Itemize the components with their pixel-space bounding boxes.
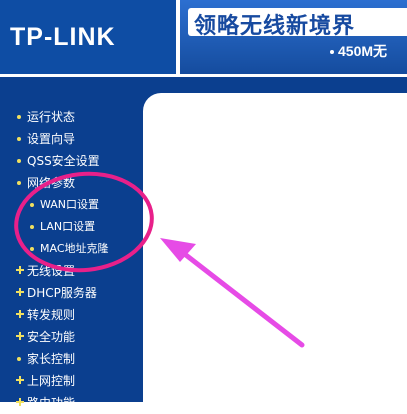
- sidebar-item-dhcp[interactable]: DHCP服务器: [0, 282, 143, 304]
- sidebar-item-label: WAN口设置: [40, 198, 100, 211]
- sidebar-item-wireless[interactable]: 无线设置: [0, 260, 143, 282]
- banner-subslogan-text: 450M无: [338, 43, 388, 59]
- plus-icon: [16, 310, 24, 318]
- plus-icon: [16, 266, 24, 274]
- sidebar-item-label: 转发规则: [27, 308, 76, 322]
- bullet-icon: [30, 203, 34, 207]
- sidebar-subitem-mac-clone[interactable]: MAC地址克隆: [0, 238, 143, 260]
- plus-icon: [16, 332, 24, 340]
- sidebar-subitem-wan[interactable]: WAN口设置: [0, 194, 143, 216]
- sidebar-item-label: LAN口设置: [40, 220, 96, 233]
- sidebar-item-label: 无线设置: [27, 264, 76, 278]
- sidebar-menu: 运行状态 设置向导 QSS安全设置 网络参数 WAN口设置 LAN口设置 MAC…: [0, 106, 143, 414]
- sidebar-item-label: DHCP服务器: [27, 286, 97, 300]
- sidebar-item-label: 上网控制: [27, 374, 76, 388]
- sidebar-item-label: 运行状态: [27, 110, 76, 124]
- bullet-icon: [30, 225, 34, 229]
- sidebar-item-label: QSS安全设置: [27, 154, 100, 168]
- bullet-icon: [17, 115, 21, 119]
- plus-icon: [16, 376, 24, 384]
- bullet-icon: [17, 137, 21, 141]
- header: TP-LINK 领略无线新境界 450M无: [0, 0, 407, 74]
- content-panel: [143, 93, 407, 402]
- sidebar-item-parental-control[interactable]: 家长控制: [0, 348, 143, 370]
- bullet-icon: [17, 159, 21, 163]
- sidebar-item-setup-wizard[interactable]: 设置向导: [0, 128, 143, 150]
- sidebar-item-label: 网络参数: [27, 176, 76, 190]
- banner: 领略无线新境界 450M无: [180, 0, 407, 74]
- sidebar-item-label: 家长控制: [27, 352, 76, 366]
- sidebar-item-routing[interactable]: 路由功能: [0, 392, 143, 414]
- bullet-icon: [17, 357, 21, 361]
- dot-icon: [330, 50, 334, 55]
- plus-icon: [16, 288, 24, 296]
- content-area: [143, 77, 407, 402]
- sidebar-item-security[interactable]: 安全功能: [0, 326, 143, 348]
- sidebar-item-qss[interactable]: QSS安全设置: [0, 150, 143, 172]
- sidebar: 运行状态 设置向导 QSS安全设置 网络参数 WAN口设置 LAN口设置 MAC…: [0, 77, 143, 410]
- bullet-icon: [30, 247, 34, 251]
- sidebar-item-access-control[interactable]: 上网控制: [0, 370, 143, 392]
- banner-slogan: 领略无线新境界: [194, 14, 356, 39]
- banner-subslogan: 450M无: [330, 41, 387, 61]
- sidebar-item-label: 安全功能: [27, 330, 76, 344]
- tp-link-logo: TP-LINK: [0, 0, 176, 74]
- sidebar-item-label: MAC地址克隆: [40, 242, 109, 255]
- logo-text: TP-LINK: [10, 22, 116, 51]
- sidebar-subitem-lan[interactable]: LAN口设置: [0, 216, 143, 238]
- sidebar-item-label: 设置向导: [27, 132, 76, 146]
- sidebar-item-network[interactable]: 网络参数: [0, 172, 143, 194]
- sidebar-item-status[interactable]: 运行状态: [0, 106, 143, 128]
- sidebar-item-forwarding[interactable]: 转发规则: [0, 304, 143, 326]
- sidebar-item-label: 路由功能: [27, 396, 76, 410]
- plus-icon: [16, 398, 24, 406]
- bullet-icon: [17, 181, 21, 185]
